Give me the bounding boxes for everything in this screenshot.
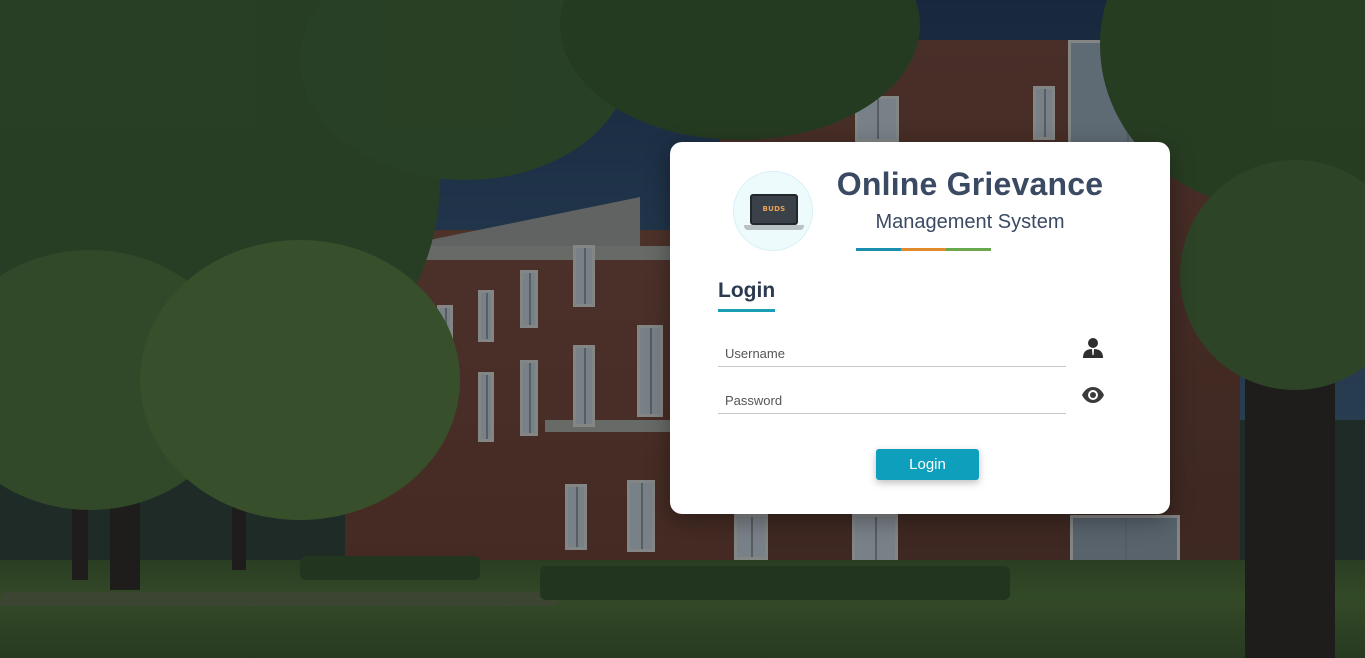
login-heading: Login (718, 279, 776, 312)
underline-segment-green (946, 248, 991, 251)
username-input[interactable] (718, 337, 1066, 367)
app-subtitle: Management System (875, 211, 1065, 233)
login-card: BUDS Online Grievance Management System … (670, 142, 1170, 514)
laptop-base (744, 225, 804, 230)
title-underline (856, 248, 991, 251)
user-icon (1081, 337, 1105, 359)
login-button[interactable]: Login (876, 449, 979, 480)
eye-icon[interactable] (1081, 384, 1105, 406)
password-input[interactable] (718, 384, 1066, 414)
app-logo: BUDS (733, 171, 813, 251)
app-title: Online Grievance (836, 166, 1104, 202)
laptop-icon: BUDS (750, 194, 798, 225)
logo-text: BUDS (762, 205, 786, 213)
underline-segment-blue (856, 248, 901, 251)
underline-segment-orange (901, 248, 946, 251)
